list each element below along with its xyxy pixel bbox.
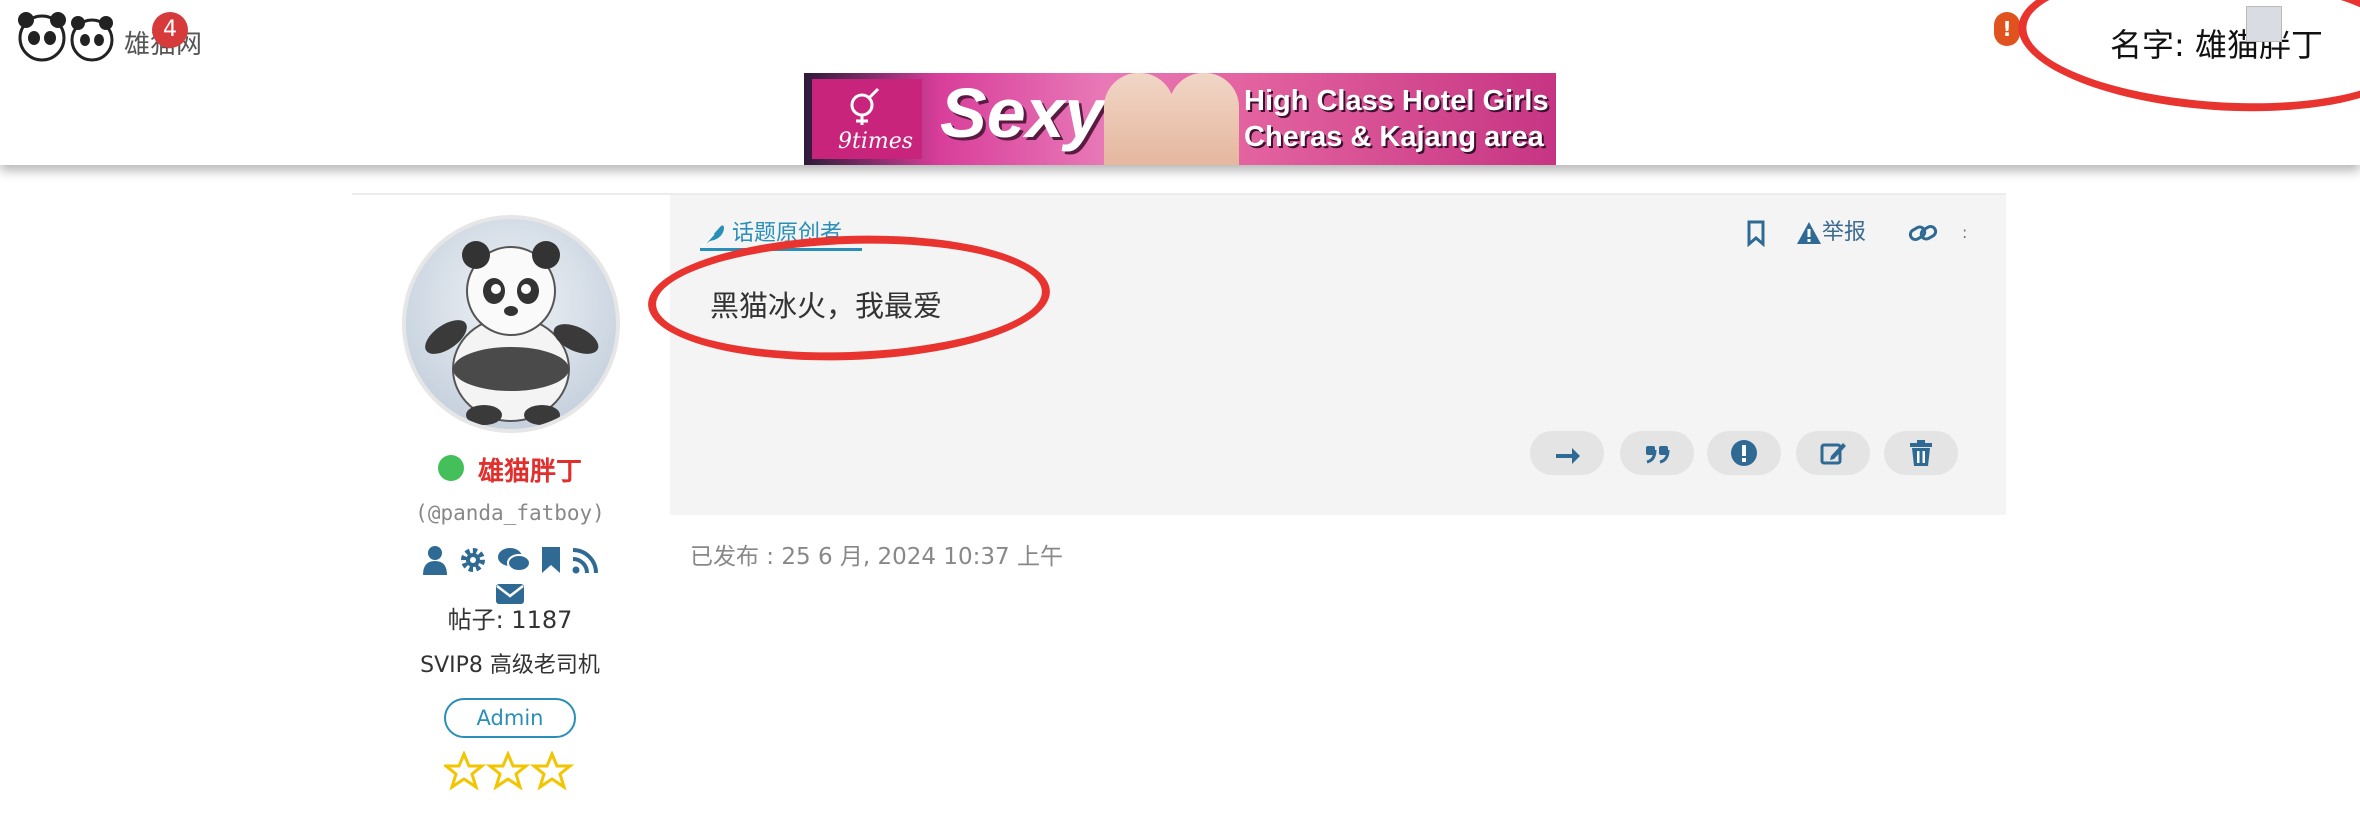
author-name[interactable]: 雄猫胖丁 <box>478 451 582 488</box>
gear-icon[interactable] <box>458 545 488 579</box>
feather-icon <box>702 225 724 247</box>
panda-logo-icon <box>18 12 114 62</box>
reply-arrow-icon <box>1556 444 1580 464</box>
quote-icon <box>1646 446 1670 464</box>
link-icon[interactable] <box>1908 215 1938 251</box>
author-post-count: 帖子: 1187 <box>447 606 573 634</box>
flag-button[interactable] <box>1707 431 1781 475</box>
banner-model-image <box>1104 73 1174 165</box>
notification-badge[interactable]: 4 <box>152 12 188 48</box>
role-badge: Admin <box>444 698 576 738</box>
banner-brand-text: 9times <box>838 129 914 154</box>
star-icon <box>485 750 531 791</box>
reply-button[interactable] <box>1530 431 1604 475</box>
author-action-icons <box>400 545 620 604</box>
warning-icon <box>1797 222 1821 244</box>
banner-headline: Sexy <box>940 74 1104 152</box>
online-status-dot <box>438 455 464 481</box>
more-options[interactable]: : <box>1962 215 1967 251</box>
user-name-label[interactable]: 名字: 雄猫胖丁 <box>2110 20 2323 66</box>
quote-button[interactable] <box>1620 431 1694 475</box>
rss-icon[interactable] <box>571 545 599 579</box>
profile-icon[interactable] <box>421 545 449 579</box>
original-poster-tag: 话题原创者 <box>700 215 863 251</box>
post-body: 黑猫冰火，我最爱 <box>710 289 943 323</box>
star-icon <box>529 750 575 791</box>
author-avatar[interactable] <box>402 215 620 433</box>
site-logo[interactable]: 雄猫网 4 <box>12 6 212 66</box>
author-rank: SVIP8 高级老司机 <box>420 653 600 678</box>
panda-avatar-icon <box>425 241 599 425</box>
edit-icon <box>1820 443 1846 465</box>
ad-banner[interactable]: 9times Sexy High Class Hotel Girls Chera… <box>804 73 1556 165</box>
banner-line-2: Cheras & Kajang area <box>1244 121 1544 153</box>
report-button[interactable]: 举报 <box>1796 215 1866 251</box>
banner-brand-logo: 9times <box>812 79 922 159</box>
exclamation-circle-icon <box>1731 440 1757 466</box>
delete-button[interactable] <box>1884 431 1958 475</box>
reputation-stars <box>441 750 584 791</box>
chat-icon[interactable] <box>497 545 531 579</box>
bookmark-icon[interactable] <box>540 545 562 579</box>
gender-symbol-icon <box>850 87 880 125</box>
banner-line-1: High Class Hotel Girls <box>1244 85 1549 117</box>
post-content-box: 话题原创者 举报 : 黑猫冰火，我最爱 <box>670 195 2006 515</box>
alert-icon[interactable]: ! <box>1994 12 2020 46</box>
edit-button[interactable] <box>1796 431 1870 475</box>
post-published-date: 已发布 : 25 6 月, 2024 10:37 上午 <box>690 544 1063 570</box>
user-avatar-thumbnail[interactable] <box>2246 6 2282 42</box>
site-header: 雄猫网 4 ! 名字: 雄猫胖丁 9times Sexy High Class … <box>0 0 2360 165</box>
trash-icon <box>1910 440 1932 466</box>
post-tools: 举报 : <box>1746 215 1976 251</box>
star-icon <box>441 750 487 791</box>
author-handle: (@panda_fatboy) <box>415 501 605 525</box>
bookmark-post-icon[interactable] <box>1746 215 1766 251</box>
banner-model-image <box>1169 73 1239 165</box>
original-poster-label: 话题原创者 <box>732 221 843 246</box>
report-label: 举报 <box>1822 220 1867 245</box>
